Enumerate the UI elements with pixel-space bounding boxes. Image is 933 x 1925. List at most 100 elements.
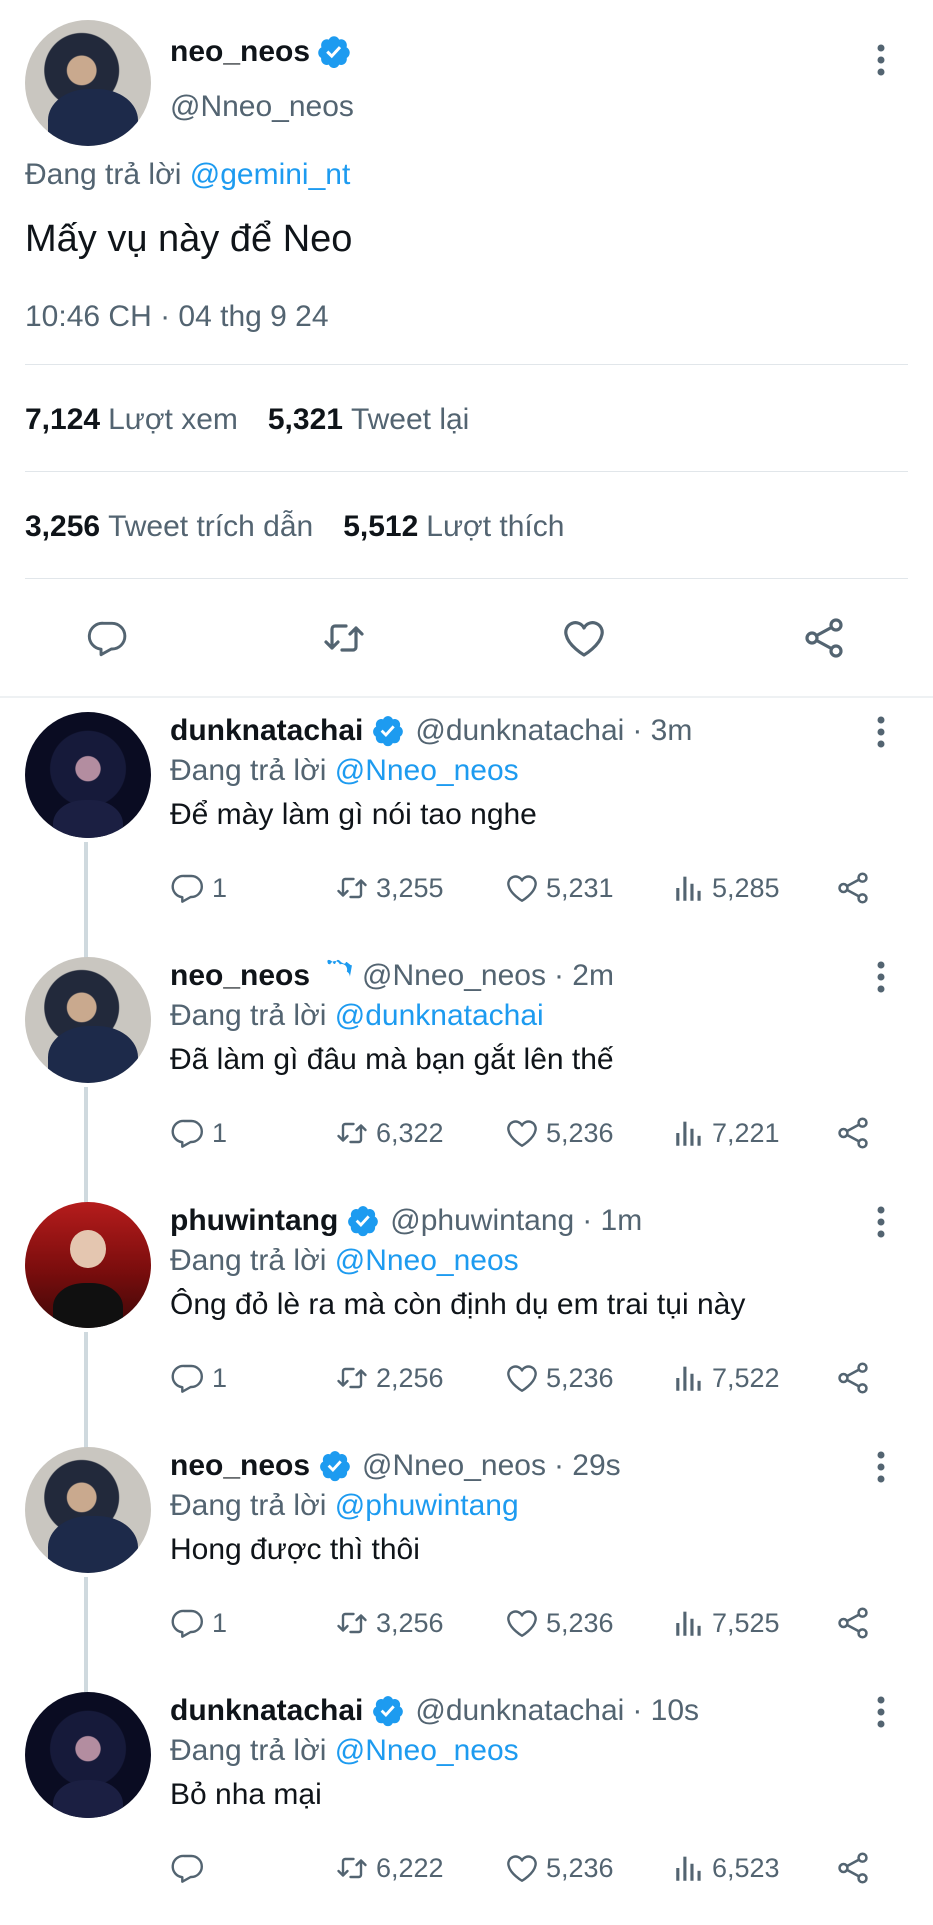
author-handle[interactable]: @Nneo_neos [170,90,354,124]
reply-time[interactable]: · 2m [554,959,614,993]
like-count: 5,236 [546,1117,614,1148]
author-handle[interactable]: @phuwintang [390,1204,574,1238]
retweet-count: 6,222 [376,1852,444,1883]
retweet-count: 3,256 [376,1607,444,1638]
reply-button[interactable]: 1 [170,1113,227,1153]
like-button[interactable] [560,614,608,662]
share-button[interactable] [834,1848,872,1888]
replying-to-link[interactable]: @Nneo_neos [335,1244,519,1277]
replying-to-link[interactable]: @Nneo_neos [335,1734,519,1767]
author-name[interactable]: dunknatachai [170,1694,363,1728]
more-vertical-icon[interactable] [869,712,893,752]
retweet-button[interactable]: 3,256 [334,1603,444,1643]
author-name-row[interactable]: neo_neos [170,34,352,70]
retweet-icon [337,1857,367,1879]
retweet-button[interactable]: 3,255 [334,868,444,908]
views-button[interactable]: 7,525 [672,1603,780,1643]
reply-icon [171,1364,203,1393]
like-button[interactable]: 5,236 [504,1848,614,1888]
like-button[interactable]: 5,236 [504,1358,614,1398]
likes-stat[interactable]: 5,512 Lượt thích [343,510,564,544]
avatar[interactable] [25,712,151,838]
share-icon [805,618,843,658]
more-vertical-icon[interactable] [869,957,893,997]
more-vertical-icon[interactable] [869,1692,893,1732]
author-handle[interactable]: @Nneo_neos [362,959,546,993]
quotes-count: 3,256 [25,510,101,543]
author-handle[interactable]: @dunknatachai [415,714,624,748]
share-icon [838,1607,868,1639]
share-button[interactable] [834,1603,872,1643]
retweet-button[interactable]: 6,322 [334,1113,444,1153]
views-stat[interactable]: 7,124 Lượt xem [25,403,238,437]
reply-time[interactable]: · 10s [632,1694,699,1728]
replying-prefix: Đang trả lời [170,1489,327,1522]
like-button[interactable]: 5,236 [504,1603,614,1643]
like-icon [507,1855,537,1882]
divider [25,471,908,472]
views-button[interactable]: 6,523 [672,1848,780,1888]
like-button[interactable]: 5,236 [504,1113,614,1153]
reply-header: phuwintang @phuwintang · 1m [170,1204,642,1238]
avatar[interactable] [25,1202,151,1328]
more-vertical-icon[interactable] [869,40,893,80]
avatar[interactable] [25,1692,151,1818]
author-name[interactable]: neo_neos [170,35,310,69]
reply-button[interactable]: 1 [170,1603,227,1643]
share-button[interactable] [834,868,872,908]
author-name[interactable]: dunknatachai [170,714,363,748]
reply-count: 1 [212,872,228,903]
views-label: Lượt xem [108,403,238,436]
retweet-button[interactable] [320,614,368,662]
reply-button[interactable] [170,1848,212,1888]
author-handle[interactable]: @Nneo_neos [362,1449,546,1483]
reply-text: Để mày làm gì nói tao nghe [170,798,537,831]
share-button[interactable] [834,1113,872,1153]
replying-to: Đang trả lời @Nneo_neos [170,1244,519,1278]
retweet-button[interactable]: 6,222 [334,1848,444,1888]
reply-tweet[interactable]: neo_neos @Nneo_neos · 29s Đang trả lời @… [0,1435,933,1694]
replying-to-link[interactable]: @phuwintang [335,1489,519,1522]
retweet-count: 2,256 [376,1362,444,1393]
reply-button[interactable]: 1 [170,1358,227,1398]
share-button[interactable] [834,1358,872,1398]
avatar[interactable] [25,957,151,1083]
more-vertical-icon[interactable] [869,1202,893,1242]
reply-time[interactable]: · 29s [554,1449,621,1483]
author-name[interactable]: neo_neos [170,1449,310,1483]
reply-tweet[interactable]: neo_neos @Nneo_neos · 2m Đang trả lời @d… [0,945,933,1204]
reply-time[interactable]: · 3m [632,714,692,748]
reply-button[interactable]: 1 [170,868,227,908]
replying-to-link[interactable]: @gemini_nt [190,158,351,191]
avatar[interactable] [25,20,151,146]
views-button[interactable]: 7,522 [672,1358,780,1398]
quotes-stat[interactable]: 3,256 Tweet trích dẫn [25,510,313,544]
tweet-action-bar [0,600,933,674]
reply-actions: 1 2,256 5,236 7,522 [170,1358,890,1398]
like-button[interactable]: 5,231 [504,868,614,908]
replying-prefix: Đang trả lời [170,1244,327,1277]
share-button[interactable] [800,614,848,662]
tweet-timestamp[interactable]: 10:46 CH · 04 thg 9 24 [25,300,329,334]
author-name[interactable]: phuwintang [170,1204,338,1238]
author-handle[interactable]: @dunknatachai [415,1694,624,1728]
reply-button[interactable] [84,614,132,662]
views-button[interactable]: 7,221 [672,1113,780,1153]
avatar[interactable] [25,1447,151,1573]
retweet-button[interactable]: 2,256 [334,1358,444,1398]
retweet-count: 3,255 [376,872,444,903]
author-name[interactable]: neo_neos [170,959,310,993]
replying-to-link[interactable]: @dunknatachai [335,999,544,1032]
views-button[interactable]: 5,285 [672,868,780,908]
replying-to-link[interactable]: @Nneo_neos [335,754,519,787]
reply-header: dunknatachai @dunknatachai · 3m [170,714,692,748]
reply-icon [171,874,203,903]
more-vertical-icon[interactable] [869,1447,893,1487]
retweets-stat[interactable]: 5,321 Tweet lại [268,403,469,437]
reply-tweet[interactable]: dunknatachai @dunknatachai · 10s Đang tr… [0,1680,933,1925]
reply-tweet[interactable]: dunknatachai @dunknatachai · 3m Đang trả… [0,700,933,959]
retweet-icon [324,624,364,652]
view-count: 7,525 [712,1607,780,1638]
reply-time[interactable]: · 1m [582,1204,642,1238]
reply-tweet[interactable]: phuwintang @phuwintang · 1m Đang trả lời… [0,1190,933,1449]
